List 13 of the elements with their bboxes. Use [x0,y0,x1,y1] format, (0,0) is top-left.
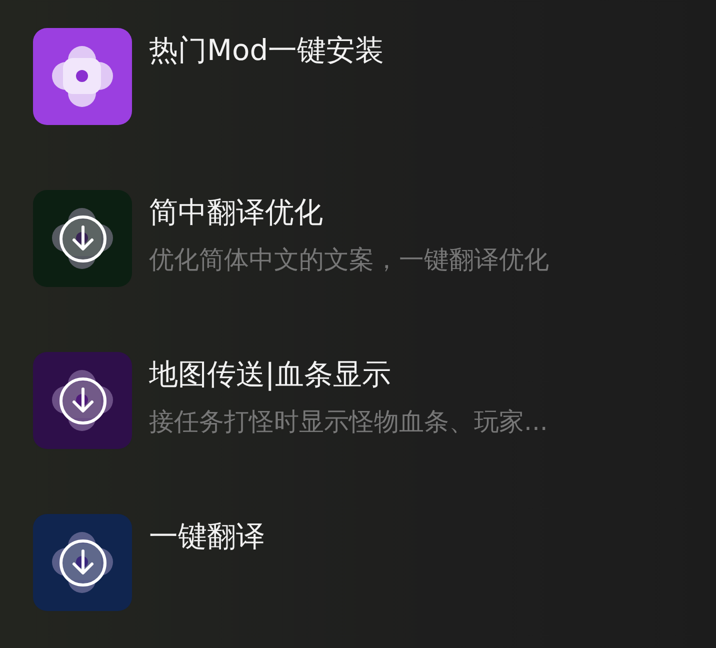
download-icon[interactable] [58,214,108,264]
flower-icon [52,46,113,107]
download-icon[interactable] [58,376,108,426]
app-description: 接任务打怪时显示怪物血条、玩家... [149,406,548,438]
flower-icon [52,208,113,269]
flower-icon [52,370,113,431]
app-title: 一键翻译 [149,518,265,554]
app-title: 简中翻译优化 [149,194,324,230]
flower-icon [52,532,113,593]
app-description: 优化简体中文的文案，一键翻译优化 [149,244,549,276]
app-title: 热门Mod一键安装 [149,32,384,68]
download-icon[interactable] [58,538,108,588]
app-title: 地图传送|血条显示 [149,356,392,392]
